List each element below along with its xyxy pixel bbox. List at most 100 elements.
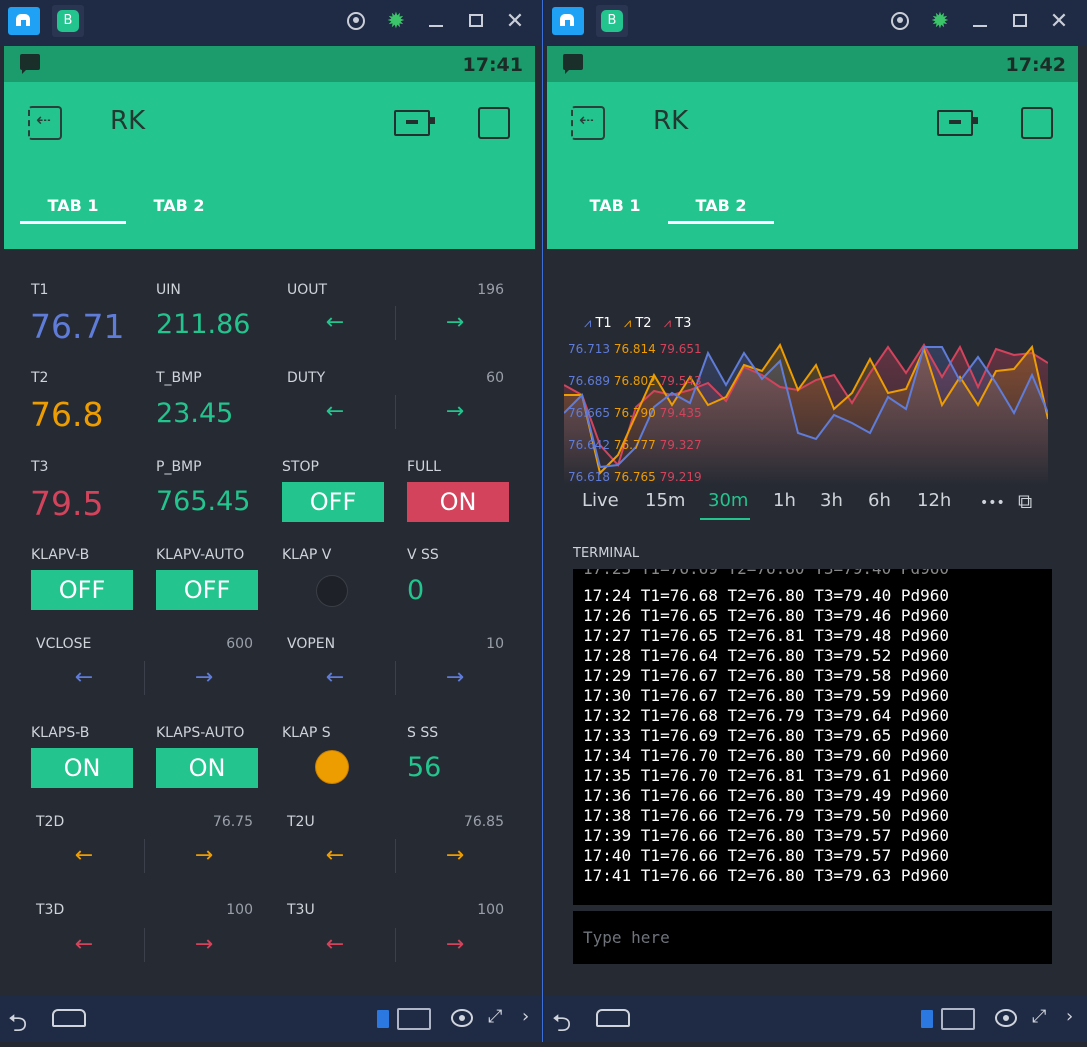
stop-button[interactable]: OFF: [282, 482, 384, 522]
exit-icon[interactable]: [28, 106, 62, 140]
vclose-increase-button[interactable]: →: [184, 665, 224, 690]
eye-icon[interactable]: [995, 1009, 1017, 1027]
back-icon[interactable]: ⮌: [552, 1006, 571, 1047]
input-mode-icon[interactable]: [921, 1010, 933, 1028]
close-icon[interactable]: ✕: [1048, 11, 1070, 33]
more-options-icon[interactable]: •••: [980, 495, 1005, 511]
open-external-icon[interactable]: ⧉: [1018, 489, 1032, 513]
uin-label: UIN: [156, 282, 181, 298]
t2d-increase-button[interactable]: →: [184, 843, 224, 868]
duty-increase-button[interactable]: →: [435, 399, 475, 424]
tab-2[interactable]: TAB 2: [668, 196, 774, 215]
eye-icon[interactable]: [451, 1009, 473, 1027]
range-active-indicator: [700, 518, 750, 520]
range-1h[interactable]: 1h: [773, 490, 796, 511]
terminal-output[interactable]: 17:23 T1=76.69 T2=76.80 T3=79.40 Pd960 1…: [573, 569, 1052, 905]
vopen-decrease-button[interactable]: ←: [315, 665, 355, 690]
app-bar: RK TAB 1 TAB 2: [547, 82, 1078, 249]
vclose-decrease-button[interactable]: ←: [64, 665, 104, 690]
terminal-line: 17:24 T1=76.68 T2=76.80 T3=79.40 Pd960: [583, 586, 950, 605]
t2u-increase-button[interactable]: →: [435, 843, 475, 868]
klaps-b-button[interactable]: ON: [31, 748, 133, 788]
device-icon[interactable]: [394, 110, 435, 136]
minimize-icon[interactable]: [429, 15, 443, 27]
play-stop-icon[interactable]: [1021, 107, 1053, 139]
terminal-line: 17:35 T1=76.70 T2=76.81 T3=79.61 Pd960: [583, 766, 950, 785]
t2-tick: 76.802: [613, 374, 656, 388]
app-tab[interactable]: B: [52, 5, 84, 37]
uout-increase-button[interactable]: →: [435, 310, 475, 335]
back-icon[interactable]: ⮌: [8, 1006, 27, 1047]
title-bar: B ✹ ✕: [544, 0, 1087, 45]
home-nav-icon[interactable]: [596, 1009, 630, 1027]
divider: [395, 661, 396, 695]
title-bar: B ✹ ✕: [0, 0, 542, 45]
t1-tick: 76.689: [568, 374, 610, 388]
uout-decrease-button[interactable]: ←: [315, 310, 355, 335]
v-ss-value: 0: [407, 575, 425, 606]
tab-2[interactable]: TAB 2: [126, 196, 232, 215]
home-icon[interactable]: [552, 7, 584, 35]
t3d-decrease-button[interactable]: ←: [64, 932, 104, 957]
uout-label: UOUT: [287, 282, 328, 298]
t2-tick: 76.777: [613, 438, 656, 452]
chevron-right-icon[interactable]: ›: [522, 1006, 529, 1027]
input-mode-icon[interactable]: [377, 1010, 389, 1028]
tab-1[interactable]: TAB 1: [20, 196, 126, 215]
duty-decrease-button[interactable]: ←: [315, 399, 355, 424]
account-icon[interactable]: [347, 12, 365, 30]
terminal-line: 17:26 T1=76.65 T2=76.80 T3=79.46 Pd960: [583, 606, 950, 625]
t2u-decrease-button[interactable]: ←: [315, 843, 355, 868]
gear-icon[interactable]: ✹: [385, 11, 407, 33]
tick-row: 76.665 76.790 79.435: [568, 402, 702, 434]
home-nav-icon[interactable]: [52, 1009, 86, 1027]
range-12h[interactable]: 12h: [917, 490, 951, 511]
status-bar: 17:42: [547, 46, 1078, 82]
terminal-line: 17:29 T1=76.67 T2=76.80 T3=79.58 Pd960: [583, 666, 950, 685]
home-icon[interactable]: [8, 7, 40, 35]
fullscreen-icon[interactable]: ⤢: [1032, 1006, 1046, 1027]
range-live[interactable]: Live: [582, 490, 619, 511]
maximize-icon[interactable]: [1013, 14, 1027, 27]
fullscreen-icon[interactable]: ⤢: [488, 1006, 502, 1027]
terminal-input[interactable]: Type here: [573, 911, 1052, 964]
close-icon[interactable]: ✕: [504, 11, 526, 33]
range-3h[interactable]: 3h: [820, 490, 843, 511]
exit-icon[interactable]: [571, 106, 605, 140]
t3-tick: 79.651: [659, 342, 702, 356]
keyboard-icon[interactable]: [397, 1008, 431, 1030]
play-stop-icon[interactable]: [478, 107, 510, 139]
klapv-auto-button[interactable]: OFF: [156, 570, 258, 610]
t2u-label: T2U: [287, 814, 315, 830]
terminal-line: 17:28 T1=76.64 T2=76.80 T3=79.52 Pd960: [583, 646, 950, 665]
device-icon[interactable]: [937, 110, 978, 136]
full-button[interactable]: ON: [407, 482, 509, 522]
klap-s-label: KLAP S: [282, 725, 331, 741]
t3u-decrease-button[interactable]: ←: [315, 932, 355, 957]
range-6h[interactable]: 6h: [868, 490, 891, 511]
t3-tick: 79.327: [659, 438, 702, 452]
tab-1[interactable]: TAB 1: [562, 196, 668, 215]
range-15m[interactable]: 15m: [645, 490, 685, 511]
keyboard-icon[interactable]: [941, 1008, 975, 1030]
duty-value: 60: [486, 370, 504, 386]
t2d-decrease-button[interactable]: ←: [64, 843, 104, 868]
t3u-increase-button[interactable]: →: [435, 932, 475, 957]
app-tab[interactable]: B: [596, 5, 628, 37]
t1-tick: 76.618: [568, 470, 610, 484]
minimize-icon[interactable]: [973, 15, 987, 27]
vopen-increase-button[interactable]: →: [435, 665, 475, 690]
maximize-icon[interactable]: [469, 14, 483, 27]
account-icon[interactable]: [891, 12, 909, 30]
uin-value: 211.86: [156, 309, 251, 340]
chevron-right-icon[interactable]: ›: [1066, 1006, 1073, 1027]
full-label: FULL: [407, 459, 441, 475]
t3d-increase-button[interactable]: →: [184, 932, 224, 957]
klapv-b-button[interactable]: OFF: [31, 570, 133, 610]
gear-icon[interactable]: ✹: [929, 11, 951, 33]
message-icon: [20, 54, 40, 74]
vclose-label: VCLOSE: [36, 636, 92, 652]
range-30m[interactable]: 30m: [708, 490, 748, 511]
t2-tick: 76.765: [613, 470, 656, 484]
klaps-auto-button[interactable]: ON: [156, 748, 258, 788]
